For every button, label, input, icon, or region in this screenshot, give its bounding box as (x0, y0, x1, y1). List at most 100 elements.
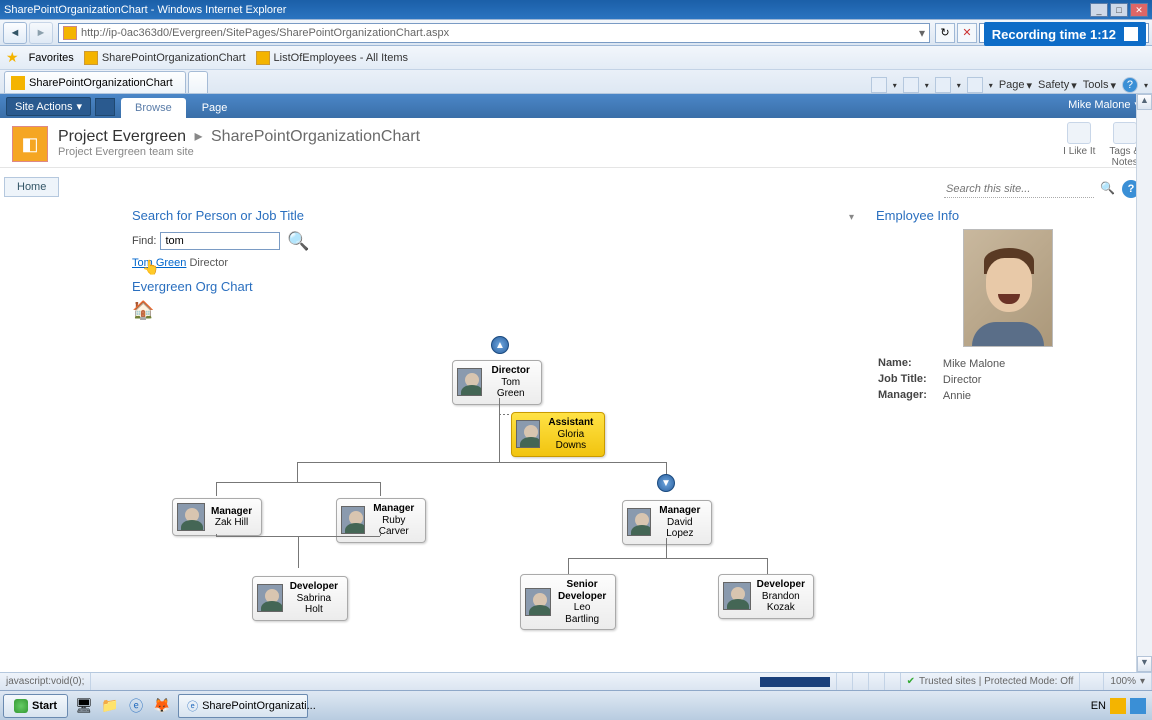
tray-language[interactable]: EN (1091, 700, 1106, 712)
node-director[interactable]: DirectorTom Green (452, 360, 542, 405)
node-title2: Developer (557, 591, 607, 603)
system-tray: EN (1091, 698, 1152, 714)
site-actions-menu[interactable]: Site Actions ▾ (6, 97, 91, 116)
manager-value: Annie (943, 389, 1005, 403)
security-zone[interactable]: ✔Trusted sites | Protected Mode: Off (901, 673, 1081, 690)
result-role: Director (189, 257, 228, 269)
browser-tab-0[interactable]: SharePointOrganizationChart (4, 71, 186, 93)
taskbar-item-ie[interactable]: ⓔSharePointOrganizati... (178, 694, 308, 718)
node-assistant[interactable]: AssistantGloria Downs (511, 412, 605, 457)
mail-icon[interactable] (935, 77, 951, 93)
quicklaunch-desktop-icon[interactable]: 🖥 (72, 694, 96, 718)
site-description: Project Evergreen team site (58, 146, 420, 158)
home-icon[interactable] (871, 77, 887, 93)
start-label: Start (32, 700, 57, 712)
node-text: DeveloperBrandonKozak (757, 579, 805, 614)
favorites-star-icon[interactable]: ★ (6, 49, 19, 66)
site-search-input[interactable] (944, 181, 1094, 198)
avatar-icon (723, 582, 751, 610)
minimize-button[interactable]: _ (1090, 3, 1108, 17)
node-manager-1[interactable]: ManagerZak Hill (172, 498, 262, 536)
node-developer-1[interactable]: DeveloperSabrina Holt (252, 576, 348, 621)
avatar-icon (516, 420, 540, 448)
node-name2: Kozak (767, 602, 795, 613)
start-button[interactable]: Start (3, 694, 68, 718)
site-logo-icon[interactable]: ◧ (12, 126, 48, 162)
forward-button[interactable]: ► (29, 22, 53, 44)
quicklaunch-firefox-icon[interactable]: 🦊 (150, 694, 174, 718)
new-tab-button[interactable] (188, 71, 208, 93)
quick-launch: Home (4, 177, 59, 197)
tools-menu[interactable]: Tools▾ (1083, 79, 1116, 92)
like-button[interactable]: I Like It (1063, 122, 1095, 168)
favorite-icon (84, 51, 98, 65)
ie-tabrow: SharePointOrganizationChart ▾ ▾ ▾ ▾ Page… (0, 70, 1152, 94)
name-label: Name: (878, 357, 941, 371)
node-title: Manager (211, 506, 252, 518)
page-icon (63, 26, 77, 40)
ribbon-tab-browse[interactable]: Browse (121, 98, 186, 118)
feed-icon[interactable] (903, 77, 919, 93)
address-bar[interactable]: http://ip-0ac363d0/Evergreen/SitePages/S… (58, 23, 930, 43)
ie-navbar: ◄ ► http://ip-0ac363d0/Evergreen/SitePag… (0, 19, 1152, 46)
menu-label: Tools (1083, 79, 1109, 91)
node-name: Sabrina Holt (297, 593, 331, 616)
node-developer-3[interactable]: DeveloperBrandonKozak (718, 574, 814, 619)
find-input[interactable] (160, 232, 280, 250)
favorites-label[interactable]: Favorites (29, 52, 74, 64)
employee-info-table: Name:Mike Malone Job Title:Director Mana… (876, 355, 1007, 405)
nav-down-icon[interactable]: ▼ (657, 474, 675, 492)
quicklaunch-home[interactable]: Home (4, 177, 59, 197)
find-search-icon[interactable]: 🔍 (284, 229, 312, 253)
zoom-level[interactable]: 100% ▾ (1104, 673, 1152, 690)
tray-icon[interactable] (1110, 698, 1126, 714)
favorite-link-0[interactable]: SharePointOrganizationChart (84, 51, 246, 65)
node-title: Assistant (546, 417, 596, 429)
chart-menu-icon[interactable]: ▾ (849, 212, 854, 223)
node-title: Manager (371, 503, 417, 515)
employee-info-panel: Employee Info Name:Mike Malone Job Title… (876, 208, 1140, 405)
print-icon[interactable] (967, 77, 983, 93)
scroll-up-icon[interactable]: ▲ (1137, 94, 1152, 110)
page-menu[interactable]: Page▾ (999, 79, 1032, 92)
menu-label: Safety (1038, 79, 1069, 91)
nav-up-icon[interactable] (95, 98, 115, 116)
url-text: http://ip-0ac363d0/Evergreen/SitePages/S… (81, 27, 915, 39)
recording-badge: Recording time 1:12 (984, 22, 1146, 46)
node-text: DeveloperSabrina Holt (289, 581, 339, 616)
node-text: ManagerDavid Lopez (657, 505, 703, 540)
search-icon[interactable]: 🔍 (1100, 181, 1116, 197)
node-name: Ruby Carver (379, 515, 409, 538)
help-icon[interactable]: ? (1122, 77, 1138, 93)
maximize-button[interactable]: □ (1110, 3, 1128, 17)
tags-icon (1113, 122, 1137, 144)
result-link[interactable]: Tom Green (132, 257, 186, 269)
quicklaunch-ie-icon[interactable]: ⓔ (124, 694, 148, 718)
user-menu[interactable]: Mike Malone ▾ (1068, 98, 1140, 111)
windows-taskbar: Start 🖥 📁 ⓔ 🦊 ⓔSharePointOrganizati... E… (0, 690, 1152, 720)
stop-button[interactable]: ✕ (957, 23, 977, 43)
refresh-button[interactable]: ↻ (935, 23, 955, 43)
site-search: 🔍 ? (944, 180, 1140, 198)
favorite-link-1[interactable]: ListOfEmployees - All Items (256, 51, 409, 65)
quicklaunch-explorer-icon[interactable]: 📁 (98, 694, 122, 718)
close-button[interactable]: ✕ (1130, 3, 1148, 17)
taskitem-label: SharePointOrganizati... (202, 700, 316, 712)
ribbon-tab-page[interactable]: Page (188, 98, 242, 118)
window-titlebar: SharePointOrganizationChart - Windows In… (0, 0, 1152, 19)
scroll-down-icon[interactable]: ▼ (1137, 656, 1152, 672)
recording-stop-button[interactable] (1124, 27, 1138, 41)
tray-icon[interactable] (1130, 698, 1146, 714)
address-dropdown-icon[interactable]: ▾ (919, 26, 925, 40)
node-manager-3[interactable]: ManagerDavid Lopez (622, 500, 712, 545)
breadcrumb-root[interactable]: Project Evergreen (58, 128, 186, 145)
node-developer-2[interactable]: SeniorDeveloperLeo Bartling (520, 574, 616, 630)
back-button[interactable]: ◄ (3, 22, 27, 44)
favorite-text: SharePointOrganizationChart (102, 52, 246, 64)
safety-menu[interactable]: Safety▾ (1038, 79, 1077, 92)
node-name: David Lopez (666, 517, 693, 540)
nav-up-icon[interactable]: ▲ (491, 336, 509, 354)
title-value: Director (943, 373, 1005, 387)
zoom-text: 100% (1110, 676, 1136, 687)
vertical-scrollbar[interactable]: ▲ ▼ (1136, 94, 1152, 672)
